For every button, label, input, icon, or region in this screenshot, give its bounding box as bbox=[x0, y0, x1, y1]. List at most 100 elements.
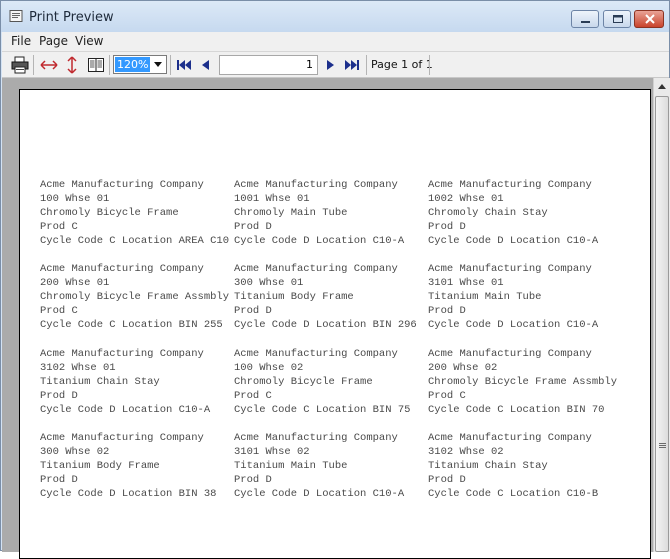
label-line: 300 Whse 02 bbox=[40, 446, 110, 458]
label-line: 200 Whse 02 bbox=[428, 362, 498, 374]
label-line: 100 Whse 02 bbox=[234, 362, 304, 374]
label-line: Titanium Chain Stay bbox=[40, 376, 160, 388]
label-line: Acme Manufacturing Company bbox=[428, 179, 592, 191]
label-line: Acme Manufacturing Company bbox=[40, 348, 204, 360]
previous-page-button[interactable] bbox=[197, 55, 213, 75]
label-block: Acme Manufacturing Company 300 Whse 02 Tit… bbox=[40, 431, 230, 501]
vertical-scrollbar[interactable] bbox=[653, 78, 670, 552]
last-page-button[interactable] bbox=[342, 55, 362, 75]
maximize-button[interactable] bbox=[603, 10, 631, 28]
label-line: Prod D bbox=[234, 474, 272, 486]
last-page-icon bbox=[345, 60, 359, 70]
label-line: Titanium Body Frame bbox=[234, 291, 354, 303]
label-line: 3101 Whse 01 bbox=[428, 277, 504, 289]
print-preview-app-icon bbox=[9, 10, 23, 23]
label-line: 3102 Whse 01 bbox=[40, 362, 116, 374]
label-line: Acme Manufacturing Company bbox=[40, 263, 204, 275]
label-line: Cycle Code D Location C10-A bbox=[40, 404, 211, 416]
label-line: Chromoly Bicycle Frame Assmbly bbox=[428, 376, 618, 388]
previous-page-icon bbox=[202, 60, 209, 70]
scrollbar-thumb[interactable] bbox=[655, 96, 669, 552]
label-line: 1002 Whse 01 bbox=[428, 193, 504, 205]
toolbar-separator bbox=[33, 55, 34, 75]
label-line: Cycle Code D Location C10-A bbox=[234, 235, 405, 247]
label-line: 300 Whse 01 bbox=[234, 277, 304, 289]
label-line: Acme Manufacturing Company bbox=[428, 348, 592, 360]
zoom-select[interactable]: 120% bbox=[113, 55, 167, 74]
label-line: Cycle Code C Location BIN 255 bbox=[40, 319, 223, 331]
label-line: Prod D bbox=[428, 474, 466, 486]
label-line: Prod D bbox=[428, 305, 466, 317]
window-title: Print Preview bbox=[29, 10, 114, 25]
label-line: Acme Manufacturing Company bbox=[428, 432, 592, 444]
label-block: Acme Manufacturing Company 200 Whse 01 Chr… bbox=[40, 262, 230, 332]
title-bar[interactable]: Print Preview bbox=[1, 1, 669, 32]
toolbar: 120% 1 Page 1 of 1 bbox=[2, 52, 669, 78]
label-line: Cycle Code D Location C10-A bbox=[428, 235, 599, 247]
scrollbar-grip bbox=[659, 443, 666, 444]
label-line: Cycle Code D Location C10-A bbox=[428, 319, 599, 331]
label-line: Acme Manufacturing Company bbox=[40, 432, 204, 444]
label-line: Titanium Main Tube bbox=[234, 460, 348, 472]
label-line: 1001 Whse 01 bbox=[234, 193, 310, 205]
close-icon bbox=[645, 14, 655, 24]
scrollbar-grip bbox=[659, 447, 666, 448]
fit-width-icon[interactable] bbox=[39, 55, 59, 75]
label-line: Chromoly Main Tube bbox=[234, 207, 348, 219]
label-line: Prod D bbox=[234, 305, 272, 317]
label-line: Prod D bbox=[428, 221, 466, 233]
chevron-down-icon bbox=[154, 62, 162, 67]
label-line: Prod C bbox=[428, 390, 466, 402]
label-line: Prod C bbox=[40, 305, 78, 317]
toolbar-separator bbox=[170, 55, 171, 75]
minimize-icon bbox=[581, 21, 590, 23]
label-line: Acme Manufacturing Company bbox=[234, 348, 398, 360]
label-block: Acme Manufacturing Company 300 Whse 01 Tit… bbox=[234, 262, 424, 332]
page-number-input[interactable]: 1 bbox=[219, 55, 318, 75]
label-line: Prod D bbox=[40, 390, 78, 402]
first-page-icon bbox=[177, 60, 191, 70]
label-line: Prod D bbox=[234, 221, 272, 233]
label-line: Cycle Code D Location BIN 296 bbox=[234, 319, 417, 331]
maximize-icon bbox=[613, 15, 623, 23]
label-line: Acme Manufacturing Company bbox=[428, 263, 592, 275]
label-line: Cycle Code D Location BIN 38 bbox=[40, 488, 217, 500]
label-block: Acme Manufacturing Company 100 Whse 02 Chr… bbox=[234, 347, 424, 417]
label-line: Prod D bbox=[40, 474, 78, 486]
print-preview-window: Print Preview File Page View 120% 1 Page… bbox=[0, 0, 670, 559]
label-block: Acme Manufacturing Company 200 Whse 02 Chr… bbox=[428, 347, 618, 417]
label-line: Chromoly Bicycle Frame bbox=[234, 376, 373, 388]
label-line: Acme Manufacturing Company bbox=[234, 179, 398, 191]
label-line: Chromoly Bicycle Frame Assmbly bbox=[40, 291, 230, 303]
first-page-button[interactable] bbox=[175, 55, 193, 75]
menu-file[interactable]: File bbox=[11, 34, 31, 48]
two-page-view-icon[interactable] bbox=[86, 55, 106, 75]
label-block: Acme Manufacturing Company 3101 Whse 02 Ti… bbox=[234, 431, 424, 501]
label-line: 3102 Whse 02 bbox=[428, 446, 504, 458]
label-line: Cycle Code C Location BIN 70 bbox=[428, 404, 605, 416]
next-page-button[interactable] bbox=[322, 55, 338, 75]
label-line: Cycle Code D Location C10-A bbox=[234, 488, 405, 500]
menu-page[interactable]: Page bbox=[39, 34, 68, 48]
label-block: Acme Manufacturing Company 3101 Whse 01 Ti… bbox=[428, 262, 618, 332]
label-line: 100 Whse 01 bbox=[40, 193, 110, 205]
fit-height-icon[interactable] bbox=[62, 55, 82, 75]
label-block: Acme Manufacturing Company 1001 Whse 01 Ch… bbox=[234, 178, 424, 248]
print-icon[interactable] bbox=[10, 55, 30, 75]
label-line: Acme Manufacturing Company bbox=[234, 432, 398, 444]
label-line: Titanium Main Tube bbox=[428, 291, 542, 303]
label-block: Acme Manufacturing Company 100 Whse 01 Chr… bbox=[40, 178, 230, 248]
scroll-up-arrow-icon[interactable] bbox=[654, 78, 670, 95]
menu-view[interactable]: View bbox=[75, 34, 103, 48]
page-count-label: Page 1 of 1 bbox=[371, 58, 433, 71]
label-line: Prod C bbox=[40, 221, 78, 233]
label-line: Prod C bbox=[234, 390, 272, 402]
label-line: Acme Manufacturing Company bbox=[40, 179, 204, 191]
label-line: Titanium Body Frame bbox=[40, 460, 160, 472]
next-page-icon bbox=[327, 60, 334, 70]
close-button[interactable] bbox=[634, 10, 664, 28]
minimize-button[interactable] bbox=[571, 10, 599, 28]
scrollbar-grip bbox=[659, 445, 666, 446]
label-line: Chromoly Bicycle Frame bbox=[40, 207, 179, 219]
label-line: Chromoly Chain Stay bbox=[428, 207, 548, 219]
